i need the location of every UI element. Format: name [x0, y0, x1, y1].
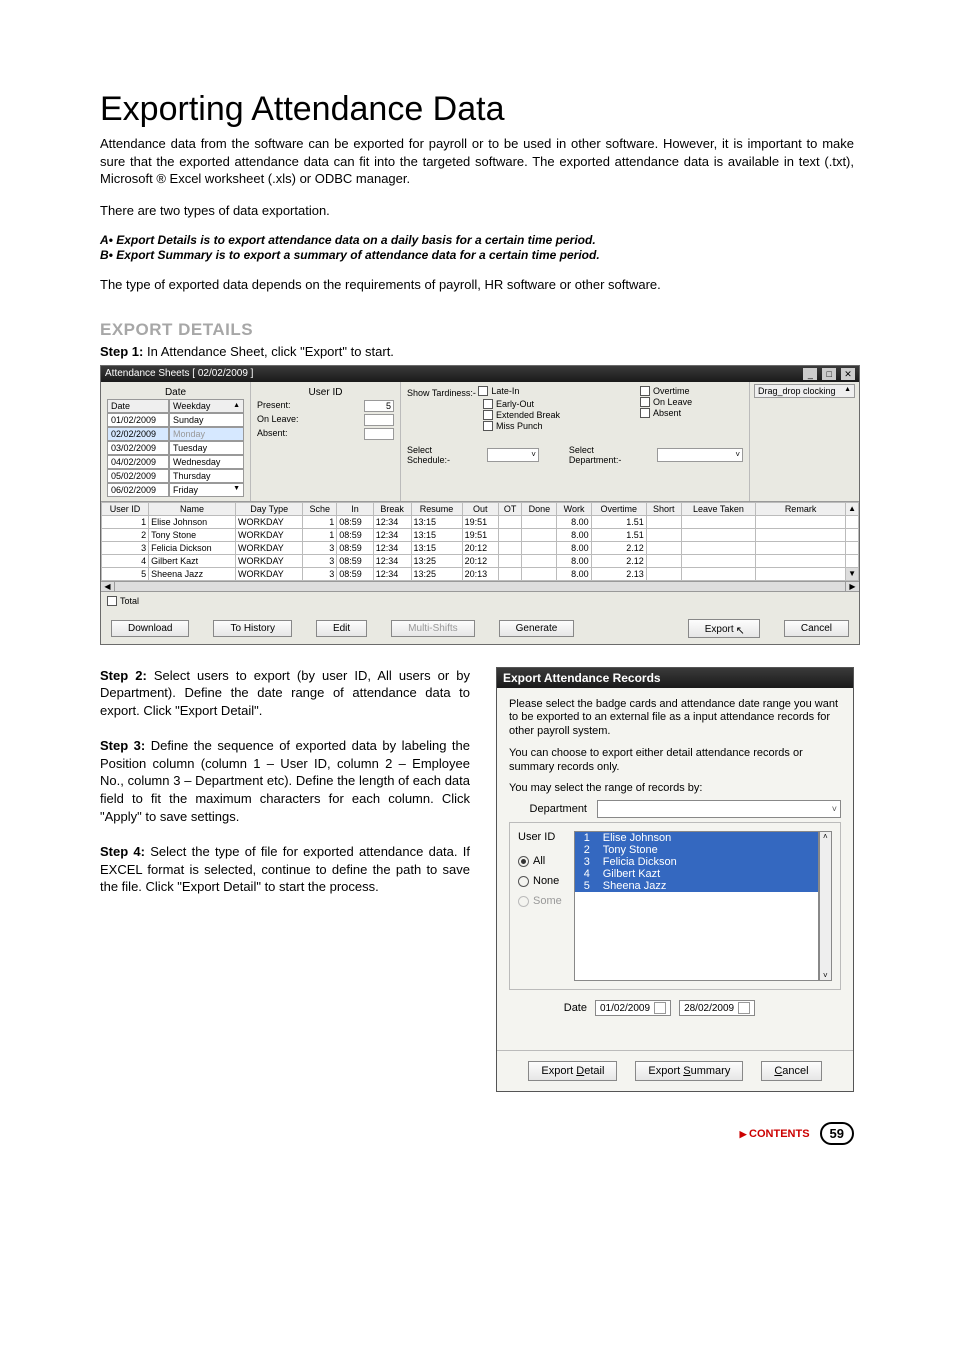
- date-label: Date: [107, 386, 244, 399]
- table-row[interactable]: 4Gilbert KaztWORKDAY308:5912:3413:2520:1…: [102, 554, 859, 567]
- dialog-title: Export Attendance Records: [497, 668, 853, 688]
- date-grid-header: Date Weekday▲: [107, 399, 244, 413]
- drag-drop-panel: Drag_drop clocking▲: [749, 382, 859, 501]
- arrow-down-icon[interactable]: ▼: [233, 485, 240, 495]
- user-listbox[interactable]: 1Elise Johnson 2Tony Stone 3Felicia Dick…: [574, 831, 819, 981]
- window-buttons: _ □ ✕: [801, 368, 855, 380]
- arrow-down-icon[interactable]: ▼: [846, 567, 859, 580]
- edit-button[interactable]: Edit: [316, 620, 367, 637]
- export-summary-button[interactable]: Export Summary: [635, 1061, 743, 1081]
- date-row[interactable]: 01/02/2009Sunday: [107, 413, 244, 427]
- onleave-checkbox[interactable]: On Leave: [640, 397, 692, 407]
- step-1: Step 1: In Attendance Sheet, click "Expo…: [100, 344, 854, 359]
- depends-paragraph: The type of exported data depends on the…: [100, 276, 854, 294]
- date-row[interactable]: 05/02/2009Thursday: [107, 469, 244, 483]
- page-number: 59: [820, 1122, 854, 1145]
- userid-label: User ID: [518, 831, 562, 843]
- bullet-b: B• Export Summary is to export a summary…: [100, 248, 854, 262]
- table-row[interactable]: 1Elise JohnsonWORKDAY108:5912:3413:1519:…: [102, 515, 859, 528]
- page-title: Exporting Attendance Data: [100, 90, 854, 129]
- attendance-grid: User IDNameDay Type ScheInBreak ResumeOu…: [101, 502, 859, 581]
- department-dropdown[interactable]: [657, 448, 743, 462]
- date-row[interactable]: 06/02/2009Friday▼: [107, 483, 244, 497]
- table-row[interactable]: 2Tony StoneWORKDAY108:5912:3413:1519:518…: [102, 528, 859, 541]
- minimize-icon[interactable]: _: [803, 368, 817, 380]
- date-row[interactable]: 02/02/2009Monday: [107, 427, 244, 441]
- maximize-icon[interactable]: □: [822, 368, 836, 380]
- table-row[interactable]: 5Sheena JazzWORKDAY308:5912:3413:2520:13…: [102, 567, 859, 580]
- select-by-label: You may select the range of records by:: [509, 782, 841, 796]
- arrow-up-icon[interactable]: ▲: [846, 502, 859, 515]
- total-checkbox[interactable]: Total: [107, 596, 139, 606]
- titlebar: Attendance Sheets [ 02/02/2009 ] _ □ ✕: [101, 366, 859, 382]
- close-icon[interactable]: ✕: [841, 368, 855, 380]
- scroll-up-icon[interactable]: ˄: [820, 832, 831, 841]
- cancel-button[interactable]: Cancel: [761, 1061, 821, 1081]
- scroll-right-icon[interactable]: ▶: [845, 582, 859, 591]
- table-row[interactable]: 3Felicia DicksonWORKDAY308:5912:3413:152…: [102, 541, 859, 554]
- date-label: Date: [509, 1002, 587, 1014]
- contents-link[interactable]: CONTENTS: [740, 1128, 810, 1140]
- absent-count: [364, 428, 394, 440]
- calendar-icon[interactable]: [654, 1002, 666, 1014]
- export-attendance-dialog: Export Attendance Records Please select …: [496, 667, 854, 1093]
- scroll-left-icon[interactable]: ◀: [101, 582, 115, 591]
- department-dropdown[interactable]: [597, 800, 841, 818]
- bullet-a: A• Export Details is to export attendanc…: [100, 233, 854, 247]
- calendar-icon[interactable]: [738, 1002, 750, 1014]
- radio-none[interactable]: None: [518, 875, 562, 887]
- section-heading: EXPORT DETAILS: [100, 320, 854, 340]
- early-out-checkbox[interactable]: Early-Out: [483, 399, 560, 409]
- scroll-down-icon[interactable]: ˅: [820, 971, 831, 980]
- present-count: 5: [364, 400, 394, 412]
- dialog-para-2: You can choose to export either detail a…: [509, 747, 841, 775]
- date-from-input[interactable]: 01/02/2009: [595, 1000, 671, 1016]
- tardiness-panel: Show Tardiness:- Late-In Early-Out Exten…: [401, 382, 749, 501]
- onleave-count: [364, 414, 394, 426]
- export-button[interactable]: Export: [688, 619, 760, 638]
- dialog-para-1: Please select the badge cards and attend…: [509, 698, 841, 739]
- date-to-input[interactable]: 28/02/2009: [679, 1000, 755, 1016]
- step-3: Step 3: Define the sequence of exported …: [100, 737, 470, 825]
- step-2: Step 2: Select users to export (by user …: [100, 667, 470, 720]
- step-4: Step 4: Select the type of file for expo…: [100, 843, 470, 896]
- intro-paragraph: Attendance data from the software can be…: [100, 135, 854, 188]
- download-button[interactable]: Download: [111, 620, 189, 637]
- arrow-up-icon[interactable]: ▲: [233, 402, 240, 409]
- export-detail-button[interactable]: Export Detail: [528, 1061, 617, 1081]
- attendance-sheets-window: Attendance Sheets [ 02/02/2009 ] _ □ ✕ D…: [100, 365, 860, 645]
- late-in-checkbox[interactable]: Late-In: [478, 386, 519, 396]
- radio-some[interactable]: Some: [518, 895, 562, 907]
- department-label: Department: [509, 803, 587, 815]
- grid-header-row: User IDNameDay Type ScheInBreak ResumeOu…: [102, 502, 859, 515]
- steps-column: Step 2: Select users to export (by user …: [100, 667, 470, 914]
- generate-button[interactable]: Generate: [499, 620, 575, 637]
- radio-all[interactable]: All: [518, 855, 562, 867]
- userid-label: User ID: [257, 386, 394, 399]
- overtime-checkbox[interactable]: Overtime: [640, 386, 692, 396]
- userid-panel: User ID Present:5 On Leave: Absent:: [251, 382, 401, 501]
- date-panel: Date Date Weekday▲ 01/02/2009Sunday 02/0…: [101, 382, 251, 501]
- schedule-dropdown[interactable]: [487, 448, 539, 462]
- cancel-button[interactable]: Cancel: [784, 620, 849, 637]
- extended-break-checkbox[interactable]: Extended Break: [483, 410, 560, 420]
- multi-shifts-button[interactable]: Multi-Shifts: [391, 620, 474, 637]
- miss-punch-checkbox[interactable]: Miss Punch: [483, 421, 560, 431]
- two-types: There are two types of data exportation.: [100, 202, 854, 220]
- window-title: Attendance Sheets [ 02/02/2009 ]: [105, 368, 253, 379]
- to-history-button[interactable]: To History: [213, 620, 291, 637]
- date-row[interactable]: 04/02/2009Wednesday: [107, 455, 244, 469]
- date-row[interactable]: 03/02/2009Tuesday: [107, 441, 244, 455]
- arrow-up-icon[interactable]: ▲: [844, 386, 851, 396]
- absent-checkbox[interactable]: Absent: [640, 408, 692, 418]
